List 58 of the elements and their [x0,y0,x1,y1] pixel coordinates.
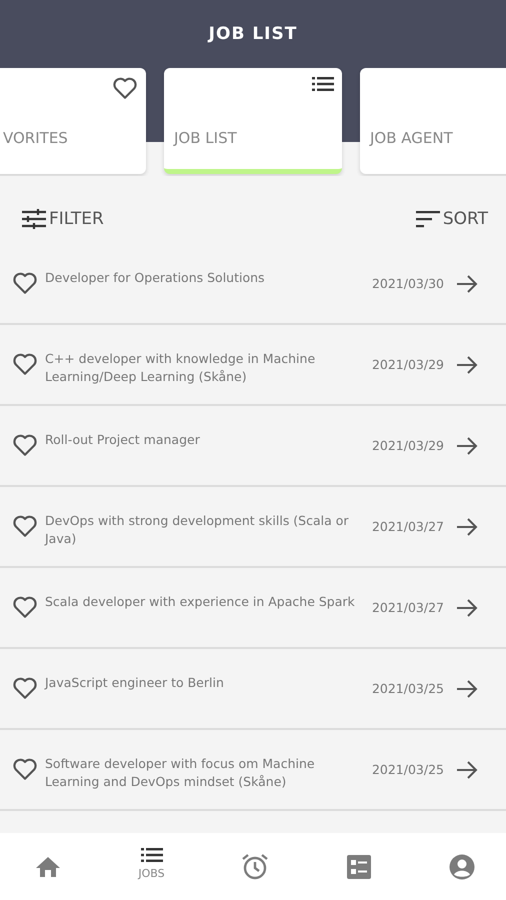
nav-tab[interactable]: JOBS [136,827,168,900]
job-date: 2021/03/30 [372,276,444,291]
job-title: Software developer with focus om Machine Learning and DevOps mindset (Skåne) [45,755,316,792]
sort-button[interactable]: SORT [416,209,488,229]
account-icon [449,854,475,880]
job-title: Scala developer with experience in Apache Spark [45,593,356,611]
favorite-button[interactable] [12,433,38,457]
tab-card[interactable]: JOB LIST [164,68,342,174]
job-date: 2021/03/27 [372,600,444,615]
job-date: 2021/03/29 [372,438,444,453]
favorite-button[interactable] [12,514,38,538]
job-title: C++ developer with knowledge in Machine Learning/Deep Learning (Skåne) [45,350,316,386]
open-job-button[interactable] [456,354,478,374]
open-job-button[interactable] [456,598,478,618]
job-title: Developer for Operations Solutions [45,269,266,287]
filter-icon [22,208,46,230]
favorite-button[interactable] [12,595,38,619]
list-icon [140,847,162,863]
open-job-button[interactable] [456,678,478,698]
heart-icon [12,271,38,295]
heart-icon [12,757,38,781]
favorite-button[interactable] [12,757,38,781]
heart-icon [12,514,38,538]
open-job-button[interactable] [456,436,478,456]
heart-icon [112,76,138,100]
checklist-icon [346,854,370,878]
job-title: JavaScript engineer to Berlin [45,674,225,692]
arrow-icon [456,760,478,780]
job-date: 2021/03/27 [372,519,444,534]
open-job-button[interactable] [456,760,478,780]
favorite-button[interactable] [12,271,38,295]
open-job-button[interactable] [456,274,478,294]
arrow-icon [456,678,478,698]
screen-title: JOB LIST [206,23,298,44]
job-title: Roll-out Project manager [45,431,201,449]
arrow-icon [456,598,478,618]
alarm-clock-icon [241,852,269,880]
arrow-icon [456,436,478,456]
favorite-button[interactable] [12,352,38,376]
job-date: 2021/03/29 [372,357,444,372]
favorite-button[interactable] [12,676,38,700]
heart-icon [12,676,38,700]
job-date: 2021/03/25 [372,762,444,777]
arrow-icon [456,354,478,374]
heart-icon [12,352,38,376]
tab-card[interactable]: JOB AGENT [360,68,506,174]
tab-card[interactable]: VORITES [0,68,146,174]
sort-icon [416,210,440,228]
arrow-icon [456,516,478,536]
home-icon [35,856,61,878]
arrow-icon [456,274,478,294]
job-date: 2021/03/25 [372,681,444,696]
list-icon [312,76,334,92]
filter-button[interactable]: FILTER [22,208,104,230]
heart-icon [12,433,38,457]
open-job-button[interactable] [456,516,478,536]
heart-icon [12,595,38,619]
job-title: DevOps with strong development skills (Scala or Java) [45,512,350,548]
